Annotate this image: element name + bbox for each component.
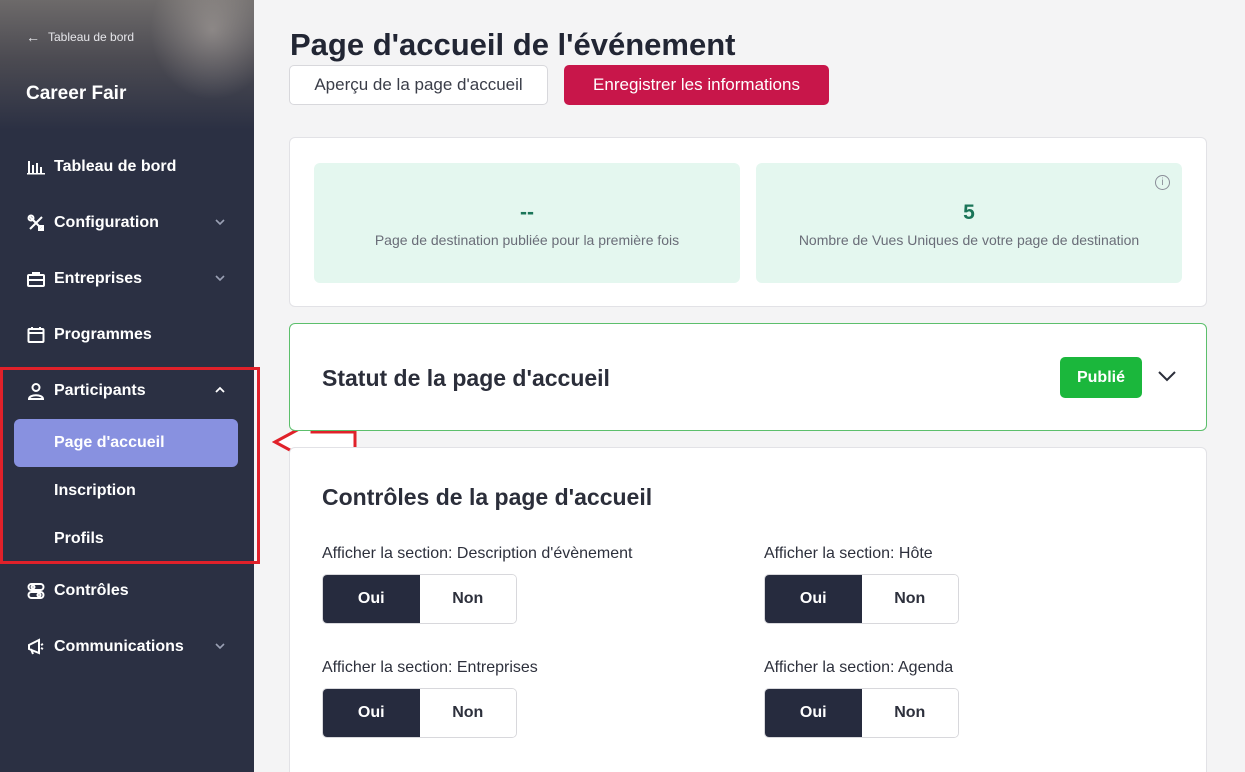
control-label-companies: Afficher la section: Entreprises [322, 659, 538, 676]
megaphone-icon [26, 637, 46, 657]
tools-icon [26, 213, 46, 233]
stat-unique-views: i 5 Nombre de Vues Uniques de votre page… [756, 163, 1182, 283]
page-title: Page d'accueil de l'événement [290, 27, 736, 62]
status-card[interactable]: Statut de la page d'accueil Publié [289, 323, 1207, 431]
chevron-down-icon[interactable] [1155, 364, 1179, 393]
sidebar-item-companies[interactable]: Entreprises [26, 265, 226, 293]
controls-title: Contrôles de la page d'accueil [322, 484, 653, 510]
sidebar-item-configuration[interactable]: Configuration [26, 209, 226, 237]
sidebar-item-label: Communications [54, 638, 184, 655]
stat-first-published: -- Page de destination publiée pour la p… [314, 163, 740, 283]
sidebar-item-label: Tableau de bord [54, 158, 177, 175]
arrow-left-icon: ← [26, 29, 40, 45]
sidebar-item-label: Contrôles [54, 582, 129, 599]
save-info-button[interactable]: Enregistrer les informations [564, 65, 829, 105]
sidebar-item-label: Configuration [54, 214, 159, 231]
yes-option[interactable]: Oui [323, 575, 420, 623]
sidebar-item-label: Programmes [54, 326, 152, 343]
calendar-icon [26, 325, 46, 345]
back-to-dashboard-link[interactable]: ← Tableau de bord [26, 29, 134, 45]
toggle-agenda: Oui Non [764, 688, 959, 738]
toggle-host: Oui Non [764, 574, 959, 624]
event-name: Career Fair [26, 83, 127, 104]
chevron-down-icon [214, 215, 226, 233]
status-badge: Publié [1060, 357, 1142, 398]
stat-value: -- [520, 201, 534, 224]
stat-value: 5 [963, 201, 975, 224]
sidebar-hero-image [0, 0, 254, 130]
toggle-description: Oui Non [322, 574, 517, 624]
sidebar-item-communications[interactable]: Communications [26, 633, 226, 661]
sidebar-item-label: Entreprises [54, 270, 143, 287]
no-option[interactable]: Non [861, 575, 958, 623]
highlight-box [0, 367, 260, 564]
yes-option[interactable]: Oui [323, 689, 420, 737]
yes-option[interactable]: Oui [765, 689, 862, 737]
sidebar-item-programs[interactable]: Programmes [26, 321, 226, 349]
chevron-down-icon [214, 271, 226, 289]
back-link-label: Tableau de bord [48, 30, 135, 44]
bar-chart-icon [26, 157, 46, 177]
sidebar-item-dashboard[interactable]: Tableau de bord [26, 153, 226, 181]
controls-card: Contrôles de la page d'accueil Afficher … [289, 447, 1207, 772]
briefcase-icon [26, 269, 46, 289]
no-option[interactable]: Non [861, 689, 958, 737]
no-option[interactable]: Non [419, 575, 516, 623]
controls-icon [26, 581, 46, 601]
stat-label: Nombre de Vues Uniques de votre page de … [798, 232, 1140, 248]
sidebar-item-controls[interactable]: Contrôles [26, 577, 226, 605]
yes-option[interactable]: Oui [765, 575, 862, 623]
control-label-host: Afficher la section: Hôte [764, 545, 933, 562]
control-label-description: Afficher la section: Description d'évène… [322, 545, 633, 562]
status-title: Statut de la page d'accueil [322, 365, 610, 391]
info-icon[interactable]: i [1155, 175, 1170, 190]
preview-homepage-button[interactable]: Aperçu de la page d'accueil [289, 65, 548, 105]
stats-card: -- Page de destination publiée pour la p… [289, 137, 1207, 307]
no-option[interactable]: Non [419, 689, 516, 737]
toggle-companies: Oui Non [322, 688, 517, 738]
chevron-down-icon [214, 639, 226, 657]
stat-label: Page de destination publiée pour la prem… [374, 232, 680, 248]
control-label-agenda: Afficher la section: Agenda [764, 659, 954, 676]
